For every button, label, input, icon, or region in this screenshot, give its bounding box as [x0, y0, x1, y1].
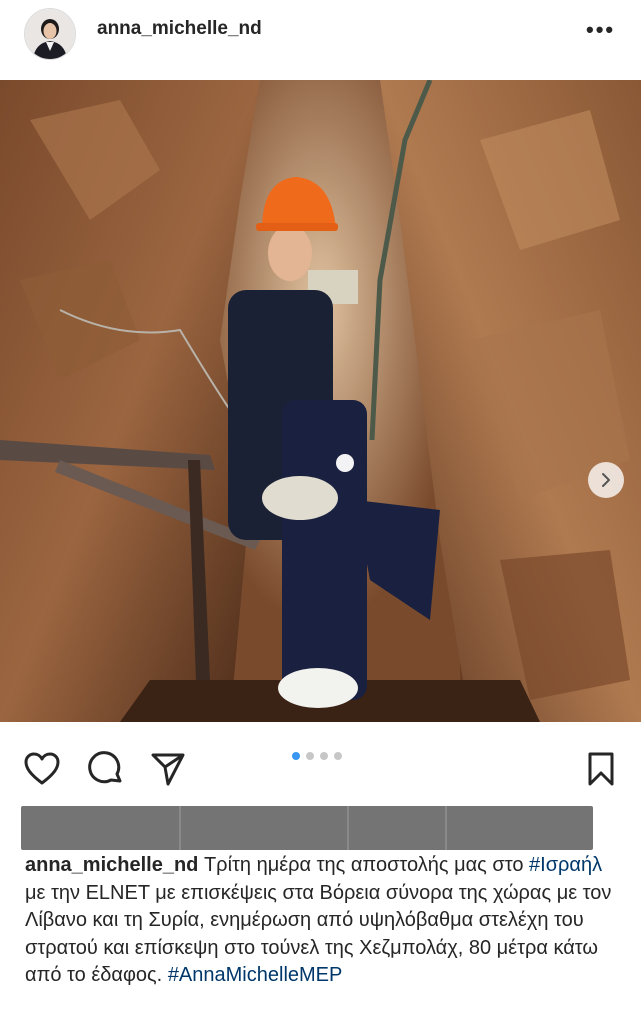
- redacted-likes: [21, 806, 593, 850]
- caption-username[interactable]: anna_michelle_nd: [25, 854, 198, 876]
- carousel-indicator: [292, 752, 342, 760]
- post-photo[interactable]: [0, 80, 641, 722]
- cave-tunnel-image: [0, 80, 641, 722]
- caption-hashtag[interactable]: #AnnaMichelleMEP: [168, 964, 343, 986]
- more-horizontal-icon[interactable]: •••: [586, 19, 615, 41]
- heart-icon[interactable]: [22, 749, 62, 789]
- comment-icon[interactable]: [86, 749, 126, 789]
- post-header: anna_michelle_nd •••: [0, 0, 641, 78]
- avatar-image: [25, 9, 75, 59]
- avatar[interactable]: [24, 8, 76, 60]
- post-caption: anna_michelle_nd Τρίτη ημέρα της αποστολ…: [25, 852, 625, 990]
- username[interactable]: anna_michelle_nd: [97, 18, 262, 40]
- bookmark-icon[interactable]: [581, 749, 621, 789]
- carousel-dot: [334, 752, 342, 760]
- carousel-next-button[interactable]: [588, 462, 624, 498]
- carousel-dot: [306, 752, 314, 760]
- carousel-dot: [292, 752, 300, 760]
- share-icon[interactable]: [148, 749, 188, 789]
- caption-hashtag[interactable]: #Ισραήλ: [529, 854, 602, 876]
- carousel-dot: [320, 752, 328, 760]
- chevron-right-icon: [602, 473, 610, 487]
- caption-text: Τρίτη ημέρα της αποστολής μας στο: [203, 854, 524, 876]
